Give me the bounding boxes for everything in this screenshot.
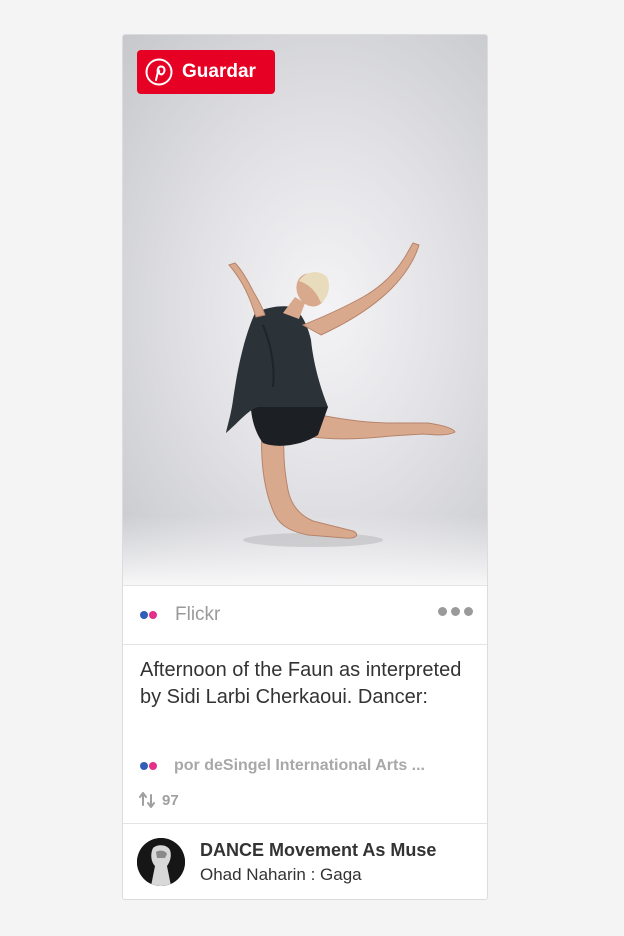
attribution-text[interactable]: por deSingel International Arts ... [174, 757, 446, 775]
board-avatar-image [137, 838, 185, 886]
pin-image[interactable]: Guardar [123, 35, 487, 585]
attribution-row[interactable]: por deSingel International Arts ... [123, 753, 487, 779]
flickr-blue-dot [140, 762, 148, 770]
source-divider [123, 644, 487, 645]
pin-description: Afternoon of the Faun as interpreted by … [140, 659, 462, 708]
board-name[interactable]: DANCE Movement As Muse [200, 840, 436, 861]
board-row[interactable]: DANCE Movement As Muse Ohad Naharin : Ga… [123, 824, 487, 899]
flickr-blue-dot [140, 611, 148, 619]
repin-row: 97 [139, 791, 179, 809]
dancer-photo [226, 242, 456, 547]
pin-card[interactable]: Guardar Flickr Afternoon of the Faun as … [122, 34, 488, 900]
save-label: Guardar [182, 61, 256, 82]
repin-count: 97 [162, 791, 179, 809]
flickr-pink-dot [149, 611, 157, 619]
source-name[interactable]: Flickr [175, 604, 220, 626]
more-options-icon[interactable] [438, 607, 473, 616]
pinterest-logo-icon [145, 58, 173, 86]
board-owner[interactable]: Ohad Naharin : Gaga [200, 865, 362, 885]
board-avatar[interactable] [137, 838, 185, 886]
pin-count-icon [139, 792, 155, 808]
save-button[interactable]: Guardar [137, 50, 275, 94]
flickr-pink-dot [149, 762, 157, 770]
source-row[interactable]: Flickr [123, 586, 487, 644]
attribution-flickr-icon [140, 762, 157, 770]
flickr-icon [140, 611, 157, 619]
